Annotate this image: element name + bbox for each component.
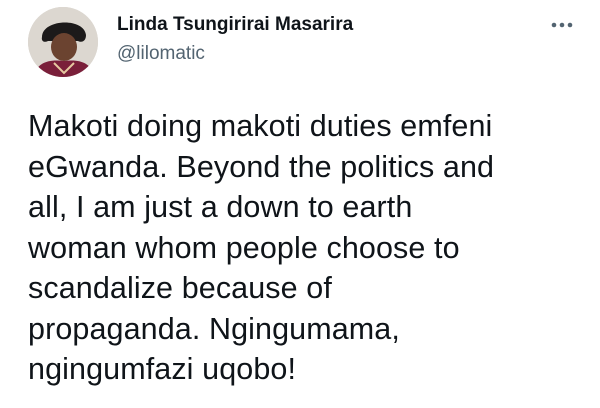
tweet-card: Linda Tsungirirai Masarira @lilomatic Ma… xyxy=(0,0,600,408)
more-options-button[interactable] xyxy=(542,10,582,40)
tweet-text: Makoti doing makoti duties emfeni eGwand… xyxy=(28,109,495,386)
author-handle[interactable]: @lilomatic xyxy=(117,43,205,65)
author-display-name[interactable]: Linda Tsungirirai Masarira xyxy=(117,14,353,36)
more-options-icon xyxy=(551,22,573,28)
profile-photo-icon xyxy=(28,7,98,77)
avatar[interactable] xyxy=(28,7,98,77)
